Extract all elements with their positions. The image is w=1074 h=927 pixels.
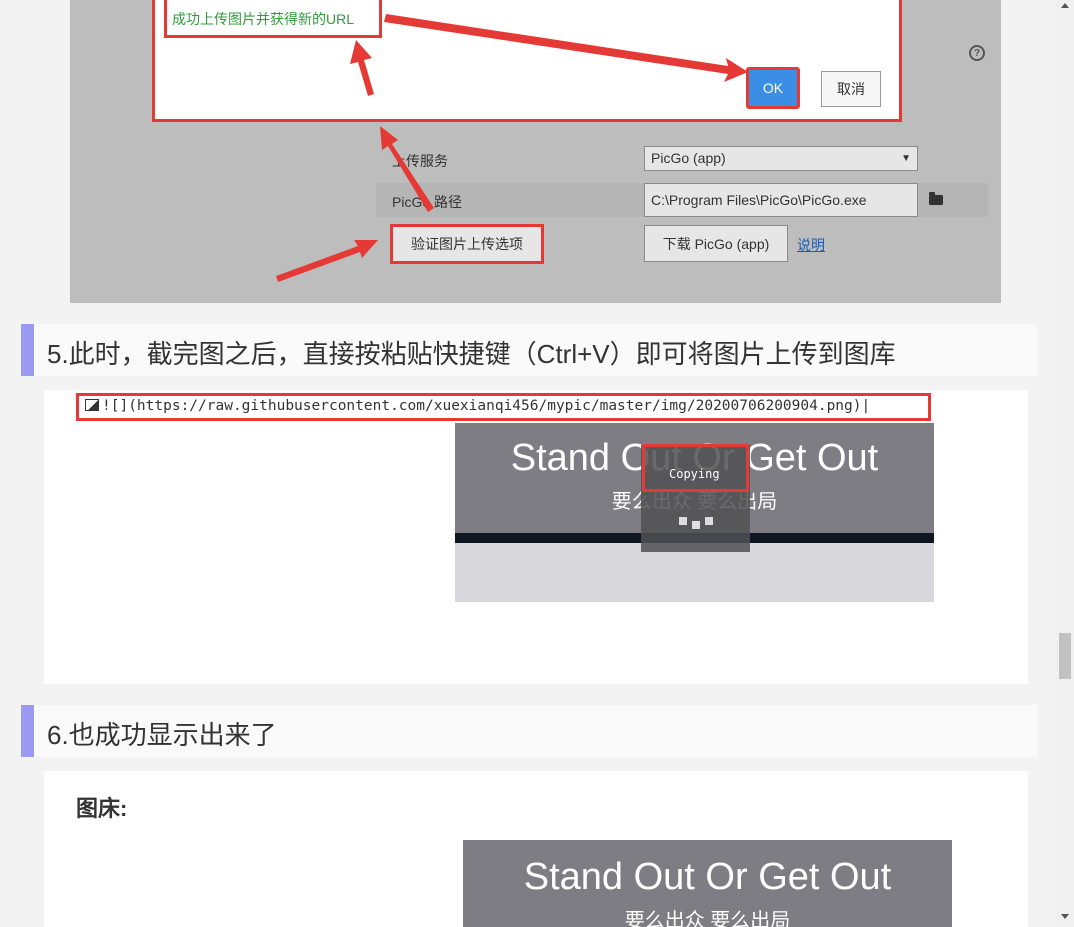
step5-heading-bar: 5.此时，截完图之后，直接按粘贴快捷键（Ctrl+V）即可将图片上传到图库 xyxy=(21,324,1037,376)
arrow-to-success-icon xyxy=(350,40,374,96)
banner-title: Stand Out Or Get Out xyxy=(523,856,892,898)
image-icon xyxy=(85,399,99,411)
loading-dot-icon xyxy=(679,517,687,525)
arrow-up-from-verify-icon xyxy=(380,126,434,212)
copying-text: Copying xyxy=(669,467,720,481)
step6-banner-image: Stand Out Or Get Out 要么出众 要么出局 xyxy=(463,840,952,927)
annotation-arrows-top xyxy=(276,14,748,282)
banner-subtitle: 要么出众 要么出局 xyxy=(624,910,791,927)
markdown-image-text: ![](https://raw.githubusercontent.com/xu… xyxy=(102,398,862,414)
scroll-up-arrow-icon[interactable] xyxy=(1061,3,1069,8)
loading-dot-icon xyxy=(692,521,700,529)
scroll-down-arrow-icon[interactable] xyxy=(1061,914,1069,919)
scrollbar[interactable] xyxy=(1056,0,1074,927)
arrow-to-verify-icon xyxy=(276,240,378,282)
step6-heading-bar: 6.也成功显示出来了 xyxy=(21,705,1037,757)
step6-subheading: 图床: xyxy=(76,796,128,821)
step5-heading: 5.此时，截完图之后，直接按粘贴快捷键（Ctrl+V）即可将图片上传到图库 xyxy=(47,339,896,369)
text-cursor: | xyxy=(861,398,871,414)
loading-dot-icon xyxy=(705,517,713,525)
arrow-to-ok-icon xyxy=(384,14,748,82)
scrollbar-thumb[interactable] xyxy=(1059,633,1071,679)
step6-heading: 6.也成功显示出来了 xyxy=(47,720,277,750)
markdown-image-code[interactable]: ![](https://raw.githubusercontent.com/xu… xyxy=(76,393,931,421)
